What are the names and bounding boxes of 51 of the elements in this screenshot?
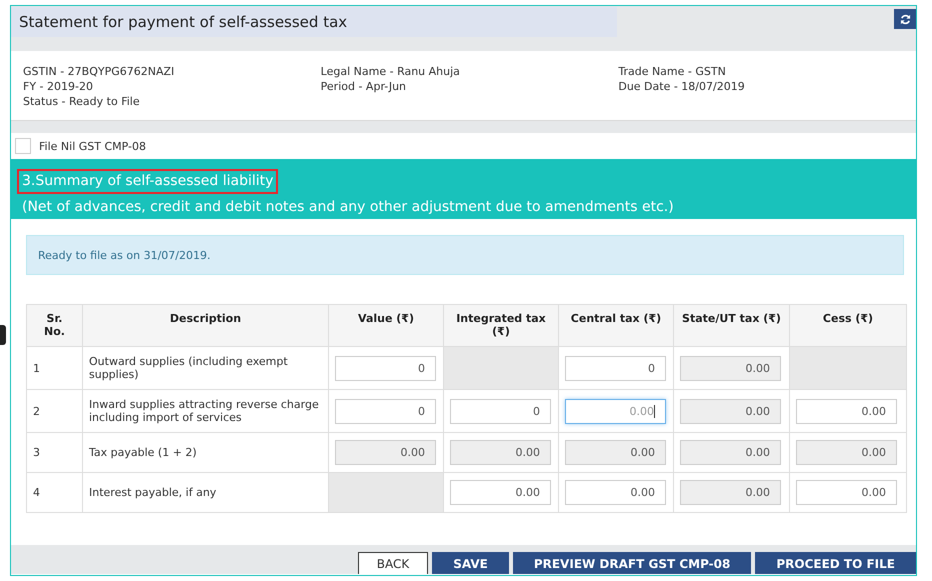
- action-button[interactable]: PREVIEW DRAFT GST CMP-08: [512, 552, 752, 574]
- amount-field[interactable]: 0: [565, 356, 666, 380]
- row-number: 2: [26, 390, 82, 432]
- amount-field[interactable]: 0: [335, 398, 436, 424]
- column-header: Integrated tax (₹): [444, 304, 558, 346]
- column-header: Cess (₹): [790, 304, 906, 346]
- side-handle-icon[interactable]: [0, 325, 6, 345]
- readonly-field: 0.00: [335, 440, 436, 465]
- readonly-field: 0.00: [680, 398, 781, 424]
- info-text: FY - 2019-20: [23, 79, 94, 94]
- checkbox-label: File Nil GST CMP-08: [39, 140, 146, 152]
- row-description: Outward supplies (including exempt supplies): [82, 346, 328, 390]
- column-header: Value (₹): [328, 304, 444, 346]
- info-text: Trade Name - GSTN: [618, 64, 727, 79]
- row-number: 3: [26, 432, 82, 472]
- info-text: GSTIN - 27BQYPG6762NAZI: [23, 64, 176, 79]
- column-header: Sr. No.: [26, 304, 82, 346]
- column-header: Central tax (₹): [558, 304, 674, 346]
- info-text: Due Date - 18/07/2019: [618, 79, 746, 94]
- amount-field[interactable]: 0: [335, 356, 436, 380]
- info-text: Status - Ready to File: [23, 94, 141, 109]
- section-title: 3.Summary of self-assessed liability: [17, 169, 278, 194]
- checkbox[interactable]: [15, 138, 31, 154]
- readonly-field: 0.00: [565, 440, 666, 465]
- readonly-field: 0.00: [680, 480, 781, 505]
- row-description: Tax payable (1 + 2): [82, 432, 328, 472]
- amount-field[interactable]: 0.00: [796, 398, 897, 424]
- page-title: Statement for payment of self-assessed tax: [11, 7, 617, 37]
- amount-field[interactable]: 0.00: [796, 480, 897, 505]
- row-number: 4: [26, 472, 82, 512]
- readonly-field: 0.00: [450, 440, 551, 465]
- row-number: 1: [26, 346, 82, 390]
- readonly-field: 0.00: [796, 440, 897, 465]
- action-button[interactable]: PROCEED TO FILE: [755, 552, 916, 574]
- info-text: Period - Apr-Jun: [320, 79, 408, 94]
- amount-field[interactable]: 0.00: [565, 480, 666, 505]
- status-alert: Ready to file as on 31/07/2019.: [26, 235, 904, 275]
- column-header: Description: [82, 304, 328, 346]
- section-subtitle: (Net of advances, credit and debit notes and any other adjustment due to amendments etc.): [21, 199, 674, 216]
- amount-field[interactable]: 0.00: [450, 480, 551, 505]
- action-button[interactable]: BACK: [358, 552, 428, 574]
- amount-field[interactable]: 0: [450, 398, 551, 424]
- refresh-icon: [900, 14, 910, 24]
- column-header: State/UT tax (₹): [674, 304, 790, 346]
- row-description: Inward supplies attracting reverse charge including import of services: [82, 390, 328, 432]
- refresh-button[interactable]: [894, 9, 916, 29]
- readonly-field: 0.00: [680, 440, 781, 465]
- action-button[interactable]: SAVE: [432, 552, 509, 574]
- readonly-field: 0.00: [680, 356, 781, 380]
- row-description: Interest payable, if any: [82, 472, 328, 512]
- info-text: Legal Name - Ranu Ahuja: [320, 64, 461, 79]
